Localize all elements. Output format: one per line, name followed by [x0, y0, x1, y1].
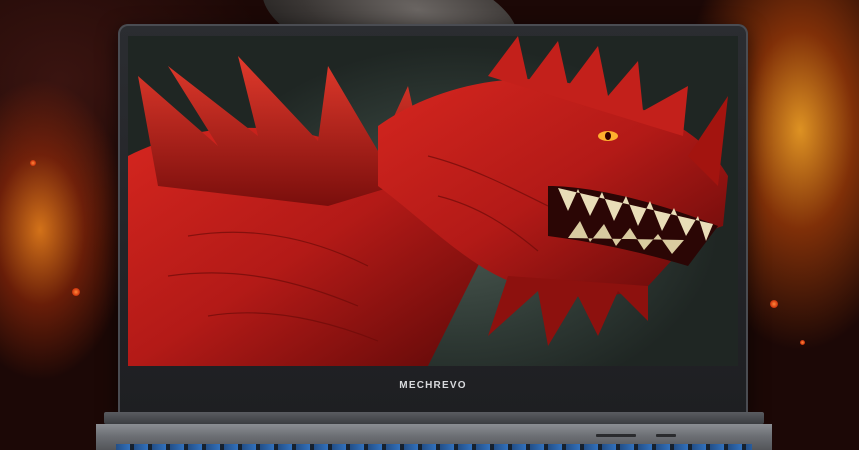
product-banner: MECHREVO — [0, 0, 859, 450]
ember-spark — [800, 340, 805, 345]
laptop-screen — [128, 36, 738, 366]
port-indicator — [596, 434, 636, 437]
backlit-keyboard-row — [116, 444, 752, 450]
port-indicator — [656, 434, 676, 437]
laptop-keyboard-deck — [96, 424, 772, 450]
ember-spark — [30, 160, 36, 166]
dragon-illustration — [128, 36, 728, 366]
dragon-jaw-fins — [488, 276, 648, 346]
ember-spark — [770, 300, 778, 308]
ember-spark — [72, 288, 80, 296]
brand-logo: MECHREVO — [399, 380, 467, 391]
laptop-hinge — [104, 412, 764, 424]
screen-bezel: MECHREVO — [118, 376, 748, 414]
laptop-lid: MECHREVO — [118, 24, 748, 414]
